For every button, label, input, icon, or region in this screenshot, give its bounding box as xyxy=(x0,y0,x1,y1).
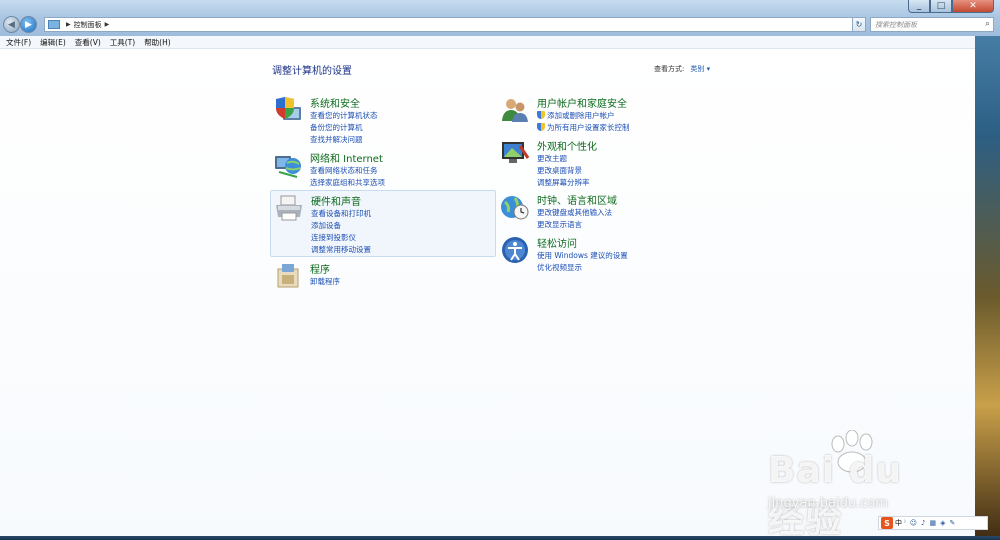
category-title[interactable]: 程序 xyxy=(310,261,330,276)
view-by-dropdown[interactable]: 类别 ▾ xyxy=(690,65,710,73)
category-hardware-sound[interactable]: 硬件和声音 查看设备和打印机 添加设备 连接到投影仪 调整常用移动设置 xyxy=(270,190,496,257)
link-add-device[interactable]: 添加设备 xyxy=(311,220,371,232)
link-recommended-settings[interactable]: 使用 Windows 建议的设置 xyxy=(537,250,628,262)
users-icon xyxy=(502,99,528,122)
search-icon[interactable]: ⌕ xyxy=(985,19,990,29)
refresh-button[interactable]: ↻ xyxy=(852,17,866,32)
forward-button[interactable]: ▶ xyxy=(20,16,37,33)
chevron-right-icon[interactable]: ▶ xyxy=(105,21,110,28)
link-add-remove-users[interactable]: 添加或删除用户帐户 xyxy=(537,110,630,122)
close-button[interactable]: ✕ xyxy=(952,0,994,13)
category-clock-language-region[interactable]: 时钟、语言和区域 更改键盘或其他输入法 更改显示语言 xyxy=(497,190,723,230)
menu-help[interactable]: 帮助(H) xyxy=(144,37,171,48)
category-title[interactable]: 用户帐户和家庭安全 xyxy=(537,95,627,110)
search-placeholder: 搜索控制面板 xyxy=(875,20,917,29)
view-by: 查看方式: 类别 ▾ xyxy=(654,64,710,74)
control-panel-folder-icon xyxy=(48,20,60,29)
link-network-status[interactable]: 查看网络状态和任务 xyxy=(310,165,385,177)
category-title[interactable]: 外观和个性化 xyxy=(537,138,597,153)
link-backup-computer[interactable]: 备份您的计算机 xyxy=(310,122,378,134)
keyboard-icon[interactable]: ▦ xyxy=(930,519,937,527)
ime-toolbar[interactable]: S 中 ⁾ ☺ ♪ ▦ ◈ ✎ xyxy=(878,516,988,530)
link-troubleshoot[interactable]: 查找并解决问题 xyxy=(310,134,378,146)
link-display-language[interactable]: 更改显示语言 xyxy=(537,219,612,231)
address-bar[interactable]: ▶ 控制面板 ▶ ▼ xyxy=(44,17,864,32)
category-user-accounts[interactable]: 用户帐户和家庭安全 添加或删除用户帐户 为所有用户设置家长控制 xyxy=(497,93,723,137)
breadcrumb-control-panel[interactable]: 控制面板 xyxy=(74,20,102,30)
category-title[interactable]: 硬件和声音 xyxy=(311,193,361,208)
view-by-label: 查看方式: xyxy=(654,65,685,73)
programs-box-icon xyxy=(277,264,299,288)
category-title[interactable]: 时钟、语言和区域 xyxy=(537,192,617,207)
uac-shield-icon xyxy=(537,111,545,119)
category-network-internet[interactable]: 网络和 Internet 查看网络状态和任务 选择家庭组和共享选项 xyxy=(270,148,496,192)
microphone-icon[interactable]: ♪ xyxy=(921,519,925,527)
category-appearance[interactable]: 外观和个性化 更改主题 更改桌面背景 调整屏幕分辨率 xyxy=(497,136,723,187)
chevron-right-icon: ▶ xyxy=(66,21,71,28)
link-change-background[interactable]: 更改桌面背景 xyxy=(537,165,590,177)
desktop-wallpaper xyxy=(975,0,1000,540)
menu-bar: 文件(F) 编辑(E) 查看(V) 工具(T) 帮助(H) xyxy=(0,36,975,49)
tools-icon[interactable]: ✎ xyxy=(950,519,956,527)
uac-shield-icon xyxy=(537,123,545,131)
menu-tools[interactable]: 工具(T) xyxy=(110,37,135,48)
link-screen-resolution[interactable]: 调整屏幕分辨率 xyxy=(537,177,590,189)
arrow-left-icon: ◀ xyxy=(8,19,15,30)
category-system-security[interactable]: 系统和安全 查看您的计算机状态 备份您的计算机 查找并解决问题 xyxy=(270,93,496,149)
monitor-paint-icon xyxy=(502,142,530,163)
taskbar xyxy=(0,536,1000,540)
menu-view[interactable]: 查看(V) xyxy=(75,37,101,48)
menu-file[interactable]: 文件(F) xyxy=(6,37,31,48)
category-ease-of-access[interactable]: 轻松访问 使用 Windows 建议的设置 优化视频显示 xyxy=(497,233,723,273)
category-programs[interactable]: 程序 卸载程序 xyxy=(270,259,496,295)
category-title[interactable]: 系统和安全 xyxy=(310,95,360,110)
clock-globe-icon xyxy=(501,196,529,220)
ime-mode-label[interactable]: 中 xyxy=(895,518,902,528)
link-change-keyboard[interactable]: 更改键盘或其他输入法 xyxy=(537,207,612,219)
minimize-button[interactable]: _ xyxy=(908,0,930,13)
skin-icon[interactable]: ◈ xyxy=(940,519,945,527)
link-connect-projector[interactable]: 连接到投影仪 xyxy=(311,232,371,244)
baidu-url-text: jingyan.baidu.com xyxy=(768,496,888,511)
category-title[interactable]: 轻松访问 xyxy=(537,235,577,250)
sogou-logo-icon: S xyxy=(881,517,893,529)
search-input[interactable]: 搜索控制面板 ⌕ xyxy=(870,17,994,32)
link-uninstall-program[interactable]: 卸载程序 xyxy=(310,276,340,288)
title-bar: _ □ ✕ ◀ ▶ ▶ 控制面板 ▶ ▼ ↻ 搜索控制面板 ⌕ xyxy=(0,0,1000,36)
category-title[interactable]: 网络和 Internet xyxy=(310,150,383,165)
printer-icon xyxy=(276,195,302,221)
network-globe-icon xyxy=(275,156,301,178)
page-title: 调整计算机的设置 xyxy=(272,66,352,77)
link-parental-controls[interactable]: 为所有用户设置家长控制 xyxy=(537,122,630,134)
link-optimize-video[interactable]: 优化视频显示 xyxy=(537,262,628,274)
link-view-computer-status[interactable]: 查看您的计算机状态 xyxy=(310,110,378,122)
menu-edit[interactable]: 编辑(E) xyxy=(40,37,66,48)
ease-of-access-icon xyxy=(502,237,528,263)
link-devices-printers[interactable]: 查看设备和打印机 xyxy=(311,208,371,220)
arrow-right-icon: ▶ xyxy=(25,19,32,30)
link-change-theme[interactable]: 更改主题 xyxy=(537,153,590,165)
baidu-watermark: Bai du 经验 jingyan.baidu.com xyxy=(760,430,950,540)
link-homegroup-sharing[interactable]: 选择家庭组和共享选项 xyxy=(310,177,385,189)
maximize-button[interactable]: □ xyxy=(930,0,952,13)
refresh-icon: ↻ xyxy=(855,20,863,29)
emoji-icon[interactable]: ☺ xyxy=(910,519,917,527)
punctuation-icon[interactable]: ⁾ xyxy=(904,519,906,527)
back-button[interactable]: ◀ xyxy=(3,16,20,33)
link-mobility-settings[interactable]: 调整常用移动设置 xyxy=(311,244,371,256)
shield-computer-icon xyxy=(276,97,301,120)
